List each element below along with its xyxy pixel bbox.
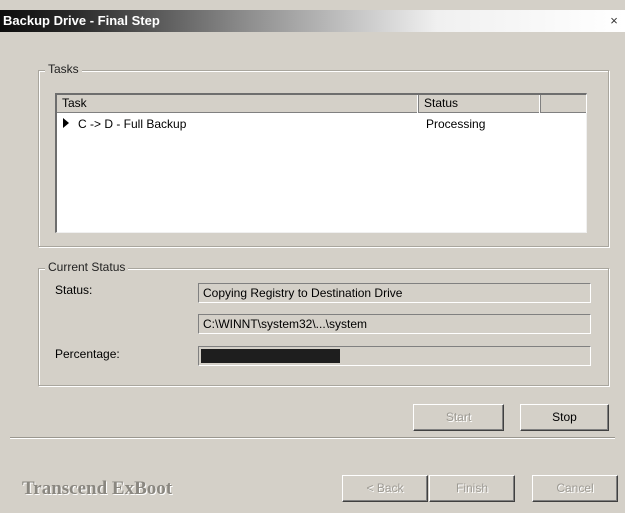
title-bar[interactable]: Backup Drive - Final Step × (0, 10, 625, 32)
tasks-group-label: Tasks (45, 62, 82, 76)
column-header-task[interactable]: Task (57, 95, 419, 113)
window-title: Backup Drive - Final Step (3, 13, 160, 28)
table-row[interactable]: C -> D - Full Backup Processing (57, 115, 586, 133)
start-button[interactable]: Start (413, 404, 504, 431)
current-status-group: Current Status Status: Copying Registry … (38, 260, 609, 386)
progress-fill (201, 349, 341, 363)
backup-drive-window: Backup Drive - Final Step × Tasks Task S… (0, 0, 625, 513)
tasks-group: Tasks Task Status C -> D - Full Backup P… (38, 62, 609, 247)
tasks-list-header: Task Status (57, 95, 586, 113)
progress-bar (198, 346, 591, 366)
finish-button[interactable]: Finish (429, 475, 515, 502)
tasks-list[interactable]: Task Status C -> D - Full Backup Process… (55, 93, 587, 233)
task-status: Processing (426, 117, 486, 131)
current-status-group-label: Current Status (45, 260, 129, 274)
status-value-field: Copying Registry to Destination Drive (198, 283, 591, 303)
play-triangle-icon (63, 118, 69, 128)
task-name: C -> D - Full Backup (78, 117, 187, 131)
status-label: Status: (55, 283, 93, 297)
path-value-field: C:\WINNT\system32\...\system (198, 314, 591, 334)
close-icon[interactable]: × (605, 12, 623, 30)
cancel-button[interactable]: Cancel (532, 475, 618, 502)
stop-button[interactable]: Stop (520, 404, 609, 431)
brand-logo: Transcend ExBoot (22, 478, 173, 499)
dialog-body: Tasks Task Status C -> D - Full Backup P… (0, 32, 625, 513)
back-button[interactable]: < Back (342, 475, 428, 502)
percentage-label: Percentage: (55, 347, 120, 361)
column-header-empty (541, 95, 587, 113)
column-header-status[interactable]: Status (419, 95, 541, 113)
footer-separator (10, 437, 615, 439)
